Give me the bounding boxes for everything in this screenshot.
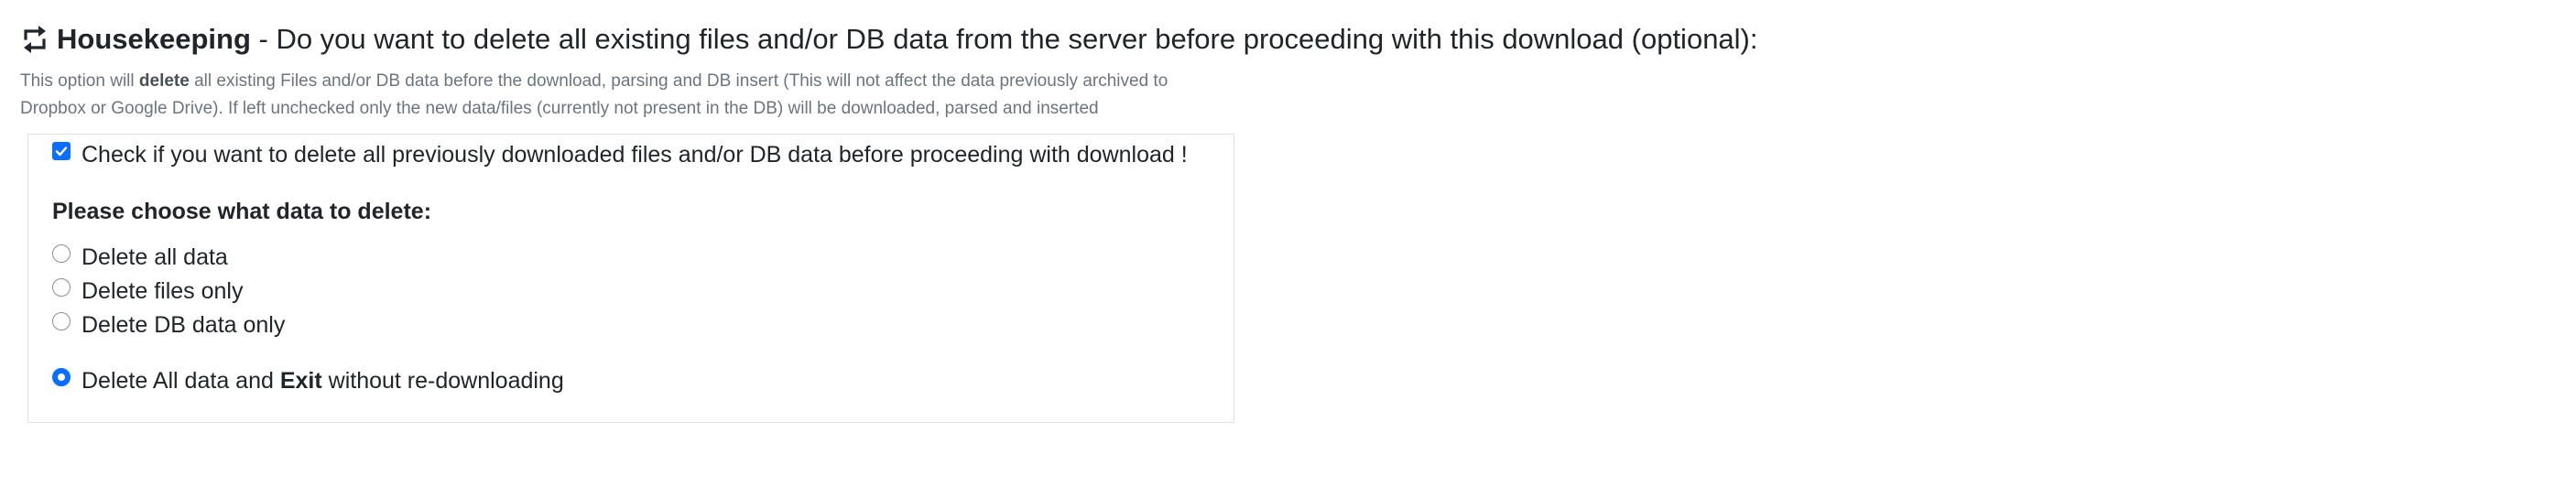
option-delete-all[interactable]: Delete all data	[52, 240, 1210, 274]
confirm-delete-row[interactable]: Check if you want to delete all previous…	[52, 138, 1210, 171]
confirm-delete-label[interactable]: Check if you want to delete all previous…	[82, 138, 1188, 171]
section-heading: Housekeeping - Do you want to delete all…	[20, 20, 2576, 59]
option-delete-all-label[interactable]: Delete all data	[82, 241, 228, 274]
option-delete-db-radio[interactable]	[52, 311, 71, 330]
option-delete-and-exit-label[interactable]: Delete All data and Exit without re-down…	[82, 364, 564, 397]
option-delete-files-radio[interactable]	[52, 277, 71, 297]
delete-options-panel: Check if you want to delete all previous…	[27, 134, 1234, 423]
option-delete-and-exit-radio[interactable]	[52, 368, 71, 386]
exit-label-bold: Exit	[279, 368, 322, 394]
option-delete-files-label[interactable]: Delete files only	[82, 275, 243, 308]
option-description: This option will delete all existing Fil…	[20, 68, 1201, 123]
confirm-delete-checkbox[interactable]	[52, 142, 71, 160]
exit-label-suffix: without re-downloading	[321, 368, 564, 394]
description-suffix: all existing Files and/or DB data before…	[20, 71, 1168, 118]
delete-options-list: Delete all data Delete files only Delete…	[52, 240, 1210, 341]
choose-data-heading: Please choose what data to delete:	[52, 199, 432, 224]
exit-label-prefix: Delete All data and	[82, 368, 280, 394]
option-delete-db[interactable]: Delete DB data only	[52, 308, 1210, 341]
checkmark-icon	[55, 146, 68, 157]
description-prefix: This option will	[20, 71, 139, 91]
option-delete-files[interactable]: Delete files only	[52, 274, 1210, 308]
option-delete-and-exit[interactable]: Delete All data and Exit without re-down…	[52, 364, 1210, 397]
heading-title-bold: Housekeeping	[57, 23, 251, 55]
option-delete-all-radio[interactable]	[52, 244, 71, 263]
option-delete-db-label[interactable]: Delete DB data only	[82, 308, 285, 341]
repeat-arrows-icon	[20, 24, 49, 55]
housekeeping-page: Housekeeping - Do you want to delete all…	[0, 0, 2576, 487]
heading-title-rest: - Do you want to delete all existing fil…	[250, 23, 1758, 55]
description-bold: delete	[138, 71, 190, 91]
